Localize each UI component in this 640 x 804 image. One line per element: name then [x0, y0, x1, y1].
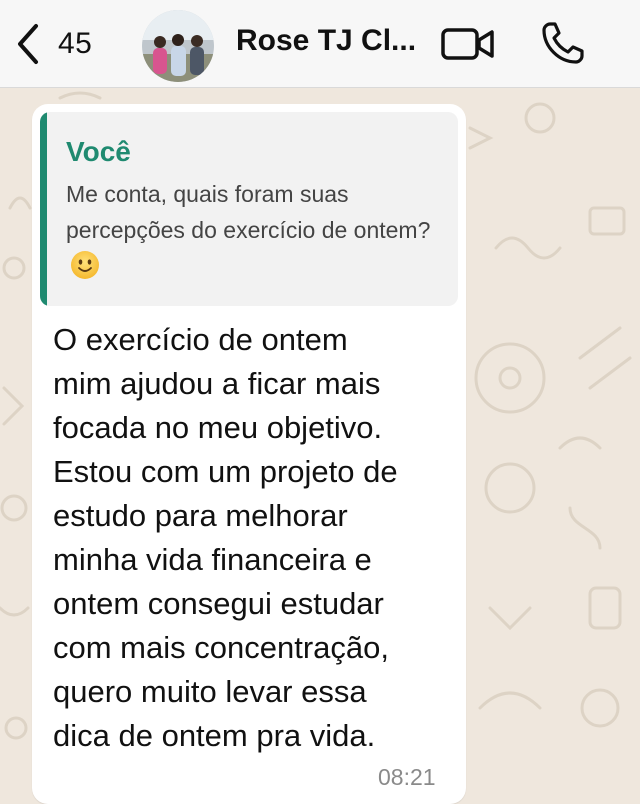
message-line: minha vida financeira e — [53, 542, 372, 577]
message-timestamp: 08:21 — [378, 764, 436, 790]
quote-accent-bar — [40, 112, 47, 306]
message-line: Estou com um projeto de — [53, 454, 398, 489]
smiling-face-emoji-icon — [71, 251, 99, 279]
message-text: O exercício de ontem mim ajudou a ficar … — [53, 318, 453, 758]
chevron-left-icon — [18, 24, 38, 64]
quote-text-content: Me conta, quais foram suas percepções do… — [66, 181, 431, 243]
unread-count: 45 — [58, 27, 93, 60]
message-line: O exercício de ontem — [53, 322, 348, 357]
message-line: com mais concentração, — [53, 630, 389, 665]
message-line: mim ajudou a ficar mais — [53, 366, 381, 401]
message-line: estudo para melhorar — [53, 498, 348, 533]
message-line: ontem consegui estudar — [53, 586, 384, 621]
chat-header: 45 Rose TJ Cl... — [0, 0, 640, 88]
quote-text: Me conta, quais foram suas percepções do… — [66, 176, 444, 284]
message-line: focada no meu objetivo. — [53, 410, 383, 445]
video-camera-icon[interactable] — [440, 24, 496, 64]
message-line: dica de ontem pra vida. — [53, 718, 376, 753]
message-bubble[interactable]: Você Me conta, quais foram suas percepçõ… — [32, 104, 466, 804]
message-line: quero muito levar essa — [53, 674, 367, 709]
contact-name[interactable]: Rose TJ Cl... — [236, 24, 426, 58]
contact-avatar[interactable] — [142, 10, 214, 82]
phone-icon[interactable] — [540, 20, 586, 66]
quoted-message[interactable]: Você Me conta, quais foram suas percepçõ… — [40, 112, 458, 306]
quote-author: Você — [66, 136, 131, 167]
back-button[interactable]: 45 — [14, 18, 92, 70]
